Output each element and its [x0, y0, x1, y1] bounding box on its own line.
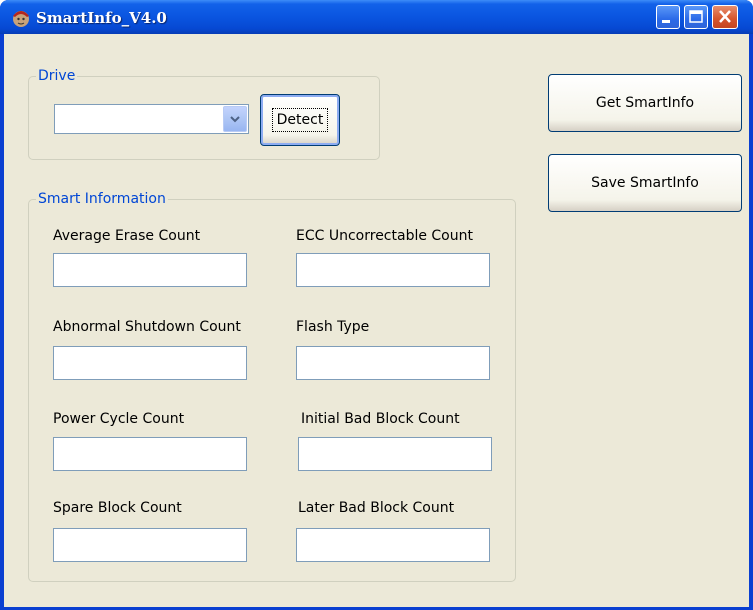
detect-button[interactable]: Detect: [260, 94, 340, 146]
minimize-button[interactable]: [656, 5, 680, 29]
dropdown-arrow[interactable]: [223, 106, 247, 132]
abnormal-shutdown-count-field[interactable]: [53, 346, 247, 380]
abnormal-shutdown-count-label: Abnormal Shutdown Count: [53, 319, 241, 335]
spare-block-count-label: Spare Block Count: [53, 500, 182, 516]
spare-block-count-field[interactable]: [53, 528, 247, 562]
close-icon: [719, 10, 731, 23]
average-erase-count-field[interactable]: [53, 253, 247, 287]
later-bad-block-count-field[interactable]: [296, 528, 490, 562]
flash-type-label: Flash Type: [296, 319, 370, 335]
initial-bad-block-count-label: Initial Bad Block Count: [301, 411, 460, 427]
ecc-uncorrectable-count-field[interactable]: [296, 253, 490, 287]
smart-info-group-title: Smart Information: [36, 191, 168, 207]
get-smartinfo-button[interactable]: Get SmartInfo: [548, 74, 742, 132]
chevron-down-icon: [230, 116, 240, 123]
ecc-uncorrectable-count-label: ECC Uncorrectable Count: [296, 228, 473, 244]
get-smartinfo-label: Get SmartInfo: [595, 95, 695, 111]
average-erase-count-label: Average Erase Count: [53, 228, 201, 244]
drive-group-title: Drive: [36, 68, 78, 84]
app-window: SmartInfo_V4.0 Drive Detect Get SmartInf…: [0, 0, 753, 610]
close-button[interactable]: [712, 5, 738, 29]
drive-select[interactable]: [54, 104, 249, 134]
power-cycle-count-label: Power Cycle Count: [53, 411, 185, 427]
flash-type-field[interactable]: [296, 346, 490, 380]
power-cycle-count-field[interactable]: [53, 437, 247, 471]
initial-bad-block-count-field[interactable]: [298, 437, 492, 471]
detect-button-label: Detect: [271, 108, 329, 132]
window-title: SmartInfo_V4.0: [36, 9, 167, 27]
title-bar[interactable]: SmartInfo_V4.0: [0, 0, 753, 34]
later-bad-block-count-label: Later Bad Block Count: [298, 500, 455, 516]
minimize-icon: [662, 20, 670, 23]
save-smartinfo-label: Save SmartInfo: [591, 175, 699, 191]
client-area: Drive Detect Get SmartInfo Save SmartInf…: [4, 34, 749, 607]
maximize-icon: [689, 10, 703, 23]
app-icon: [13, 11, 29, 27]
maximize-button[interactable]: [684, 5, 708, 29]
save-smartinfo-button[interactable]: Save SmartInfo: [548, 154, 742, 212]
